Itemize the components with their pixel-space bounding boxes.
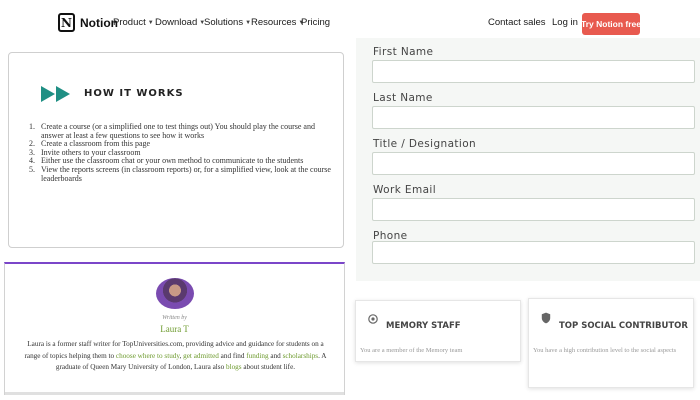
shield-icon xyxy=(541,312,551,324)
login-label: Log in xyxy=(552,17,578,28)
login-link[interactable]: Log in xyxy=(552,17,578,28)
badge-title: MEMORY STAFF xyxy=(386,321,461,331)
nav-pricing-label: Pricing xyxy=(301,17,331,28)
contact-sales-link[interactable]: Contact sales xyxy=(488,17,546,28)
badge-title: TOP SOCIAL CONTRIBUTOR xyxy=(559,321,688,331)
notion-logo[interactable]: N Notion xyxy=(58,13,118,32)
nav-resources-label: Resources xyxy=(251,17,297,28)
notion-logo-icon: N xyxy=(58,13,75,32)
step-text: Create a course (or a simplified one to … xyxy=(41,122,315,140)
author-bio: Laura is a former staff writer for TopUn… xyxy=(19,339,332,374)
author-name[interactable]: Laura T xyxy=(5,324,344,334)
nav-download-label: Download xyxy=(155,17,198,28)
step-number: 1. xyxy=(29,122,35,131)
step-number: 5. xyxy=(29,164,35,174)
blogs-link[interactable]: blogs xyxy=(226,363,242,371)
get-admitted-link[interactable]: get admitted xyxy=(183,352,219,360)
last-name-label: Last Name xyxy=(373,92,433,104)
nav-solutions[interactable]: Solutions ▼ xyxy=(204,17,251,28)
author-card: Written by Laura T Laura is a former sta… xyxy=(4,262,345,395)
badge-description: You are a member of the Memory team xyxy=(360,347,463,354)
work-email-field[interactable] xyxy=(372,198,695,221)
badge-description: You have a high contribution level to th… xyxy=(533,347,677,354)
nav-product-label: Product xyxy=(113,17,146,28)
first-name-field[interactable] xyxy=(372,60,695,83)
bio-text: about student life. xyxy=(241,363,296,372)
try-notion-free-button[interactable]: Try Notion free xyxy=(581,13,641,35)
fast-forward-icon xyxy=(41,86,70,102)
step-text: View the reports screens (in classroom r… xyxy=(41,164,331,183)
title-designation-label: Title / Designation xyxy=(373,138,477,150)
how-it-works-card: HOW IT WORKS 1. Create a course (or a sim… xyxy=(8,52,344,248)
list-item: 1. Create a course (or a simplified one t… xyxy=(29,122,339,140)
first-name-label: First Name xyxy=(373,46,434,58)
memory-staff-badge: MEMORY STAFF You are a member of the Mem… xyxy=(355,300,521,362)
nav-download[interactable]: Download ▼ xyxy=(155,17,205,28)
title-designation-field[interactable] xyxy=(372,152,695,175)
last-name-field[interactable] xyxy=(372,106,695,129)
bio-text: and find xyxy=(218,351,247,360)
contact-sales-label: Contact sales xyxy=(488,17,546,28)
top-social-contributor-badge: TOP SOCIAL CONTRIBUTOR You have a high c… xyxy=(528,298,694,388)
work-email-label: Work Email xyxy=(373,184,437,196)
steps-list: 1. Create a course (or a simplified one t… xyxy=(29,122,339,183)
list-item: 5. View the reports screens (in classroom… xyxy=(29,164,339,183)
nav-pricing[interactable]: Pricing xyxy=(301,17,330,28)
funding-link[interactable]: funding xyxy=(246,352,268,360)
chevron-down-icon: ▼ xyxy=(147,19,154,26)
badge-icon xyxy=(368,314,378,324)
nav-product[interactable]: Product ▼ xyxy=(113,17,154,28)
phone-field[interactable] xyxy=(372,241,695,264)
nav-resources[interactable]: Resources ▼ xyxy=(251,17,304,28)
bio-text: and xyxy=(268,351,283,360)
nav-solutions-label: Solutions xyxy=(204,17,244,28)
choose-where-to-study-link[interactable]: choose where to study xyxy=(116,352,180,360)
how-it-works-title: HOW IT WORKS xyxy=(84,88,184,99)
cta-label: Try Notion free xyxy=(581,19,641,29)
written-by-label: Written by xyxy=(162,315,187,321)
avatar xyxy=(156,278,194,309)
scholarships-link[interactable]: scholarships xyxy=(283,352,319,360)
